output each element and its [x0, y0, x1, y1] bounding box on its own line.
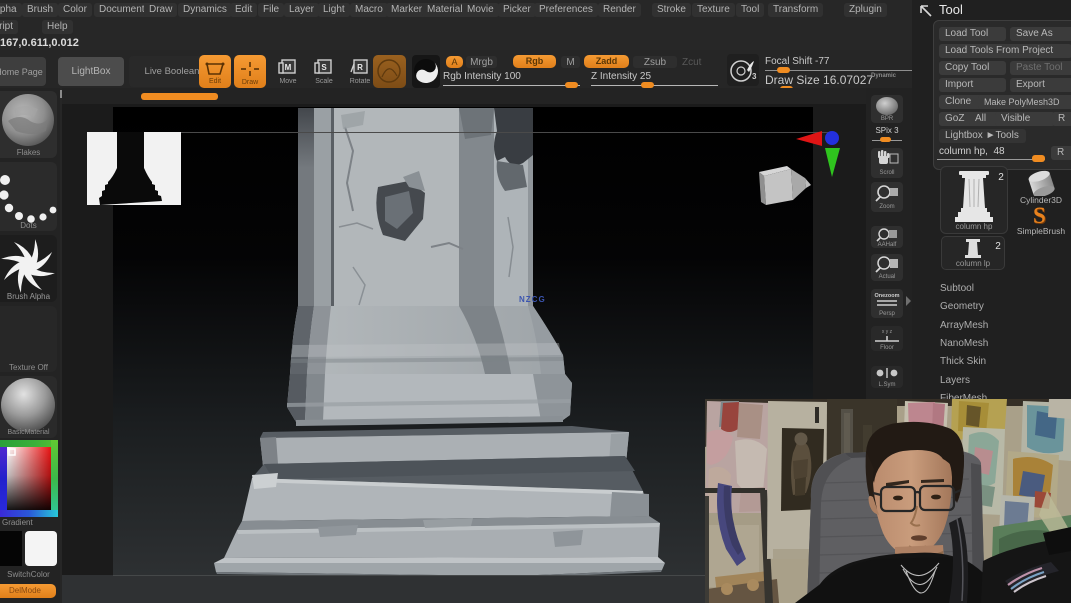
svg-text:Edit: Edit	[209, 78, 221, 85]
svg-text:2: 2	[998, 172, 1004, 183]
svg-text:2: 2	[995, 241, 1001, 252]
svg-text:Rotate: Rotate	[350, 78, 371, 85]
svg-text:Scroll: Scroll	[879, 170, 894, 176]
svg-text:M: M	[285, 63, 292, 72]
svg-text:column lp: column lp	[956, 259, 991, 268]
svg-text:Onezoom: Onezoom	[874, 293, 899, 299]
svg-text:Persp: Persp	[879, 311, 895, 317]
svg-text:3: 3	[752, 72, 757, 81]
svg-text:AAHalf: AAHalf	[878, 242, 897, 248]
svg-text:x y z: x y z	[882, 329, 893, 335]
svg-text:S: S	[321, 63, 327, 72]
svg-text:Draw: Draw	[242, 79, 259, 86]
svg-text:R: R	[357, 63, 363, 72]
svg-text:Scale: Scale	[315, 78, 333, 85]
svg-text:Floor: Floor	[880, 345, 894, 351]
svg-text:L.Sym: L.Sym	[878, 382, 895, 388]
svg-text:column hp: column hp	[956, 222, 993, 231]
svg-text:BPR: BPR	[881, 116, 894, 122]
svg-text:Move: Move	[279, 78, 296, 85]
svg-text:Actual: Actual	[879, 274, 896, 280]
svg-text:Zoom: Zoom	[879, 204, 894, 210]
